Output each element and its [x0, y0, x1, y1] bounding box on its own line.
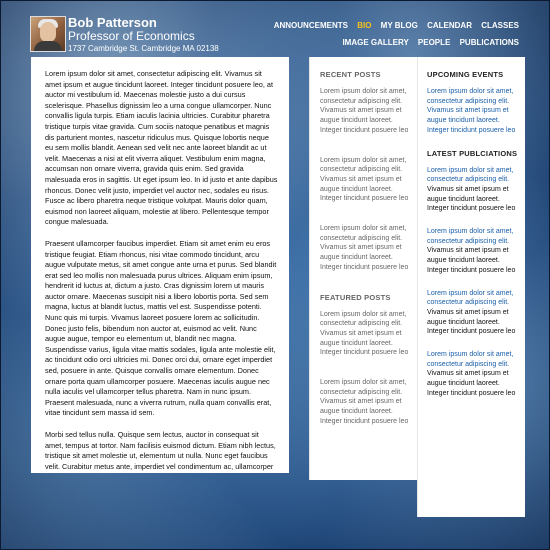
profile-name: Bob Patterson — [68, 15, 157, 30]
nav-link-bio[interactable]: BIO — [357, 21, 371, 30]
main-nav: ANNOUNCEMENTS BIO MY BLOG CALENDAR CLASS… — [267, 21, 519, 48]
featured-post-item[interactable]: Lorem ipsum dolor sit amet, consectetur … — [320, 310, 409, 359]
publication-item: Lorem ipsum dolor sit amet, consectetur … — [427, 350, 519, 399]
posts-sidebar: RECENT POSTS Lorem ipsum dolor sit amet,… — [309, 57, 417, 480]
bio-paragraph: Morbi sed tellus nulla. Quisque sem lect… — [45, 430, 276, 473]
publication-description: Vivamus sit amet ipsum et augue tincidun… — [427, 370, 516, 397]
nav-link-announcements[interactable]: ANNOUNCEMENTS — [274, 21, 348, 30]
nav-row-2: IMAGE GALLERY PEOPLE PUBLICATIONS — [267, 38, 519, 48]
latest-publications-heading: LATEST PUBLCIATIONS — [427, 148, 518, 158]
publication-description: Vivamus sit amet ipsum et augue tincidun… — [427, 308, 516, 336]
recent-posts-heading: RECENT POSTS — [320, 70, 381, 79]
nav-link-calendar[interactable]: CALENDAR — [427, 21, 472, 30]
publication-link[interactable]: Lorem ipsum dolor sit amet, consectetur … — [427, 228, 513, 245]
nav-link-classes[interactable]: CLASSES — [481, 21, 519, 30]
recent-post-item[interactable]: Lorem ipsum dolor sit amet, consectetur … — [320, 224, 409, 273]
recent-post-item[interactable]: Lorem ipsum dolor sit amet, consectetur … — [320, 156, 409, 205]
recent-post-item[interactable]: Lorem ipsum dolor sit amet, consectetur … — [320, 87, 409, 136]
nav-link-image-gallery[interactable]: IMAGE GALLERY — [342, 38, 408, 47]
bio-content: Lorem ipsum dolor sit amet, consectetur … — [31, 57, 289, 473]
profile-address: 1737 Cambridge St. Cambridge MA 02138 — [68, 44, 219, 53]
profile-title: Professor of Economics — [68, 29, 195, 43]
publication-link[interactable]: Lorem ipsum dolor sit amet, consectetur … — [427, 351, 513, 368]
nav-link-my-blog[interactable]: MY BLOG — [381, 21, 418, 30]
nav-link-people[interactable]: PEOPLE — [418, 38, 450, 47]
publication-item: Lorem ipsum dolor sit amet, consectetur … — [427, 289, 519, 338]
publication-item: Lorem ipsum dolor sit amet, consectetur … — [427, 166, 519, 215]
publication-link[interactable]: Lorem ipsum dolor sit amet, consectetur … — [427, 167, 513, 184]
event-link[interactable]: Lorem ipsum dolor sit amet, consectetur … — [427, 87, 519, 136]
upcoming-events-heading: UPCOMING EVENTS — [427, 70, 504, 79]
bio-paragraph: Praesent ullamcorper faucibus imperdiet.… — [45, 238, 277, 418]
nav-link-publications[interactable]: PUBLICATIONS — [460, 38, 519, 47]
bio-paragraph: Lorem ipsum dolor sit amet, consectetur … — [45, 69, 278, 227]
publication-item: Lorem ipsum dolor sit amet, consectetur … — [427, 227, 519, 276]
featured-post-item[interactable]: Lorem ipsum dolor sit amet, consectetur … — [320, 378, 409, 427]
publication-link[interactable]: Lorem ipsum dolor sit amet, consectetur … — [427, 290, 513, 307]
events-sidebar: UPCOMING EVENTS Lorem ipsum dolor sit am… — [417, 57, 525, 517]
publication-description: Vivamus sit amet ipsum et augue tincidun… — [427, 185, 516, 213]
nav-row-1: ANNOUNCEMENTS BIO MY BLOG CALENDAR CLASS… — [267, 21, 519, 31]
publication-description: Vivamus sit amet ipsum et augue tincidun… — [427, 247, 516, 274]
featured-posts-heading: FEATURED POSTS — [320, 292, 391, 302]
profile-photo — [30, 16, 66, 52]
page-frame: Bob Patterson Professor of Economics 173… — [0, 0, 550, 550]
